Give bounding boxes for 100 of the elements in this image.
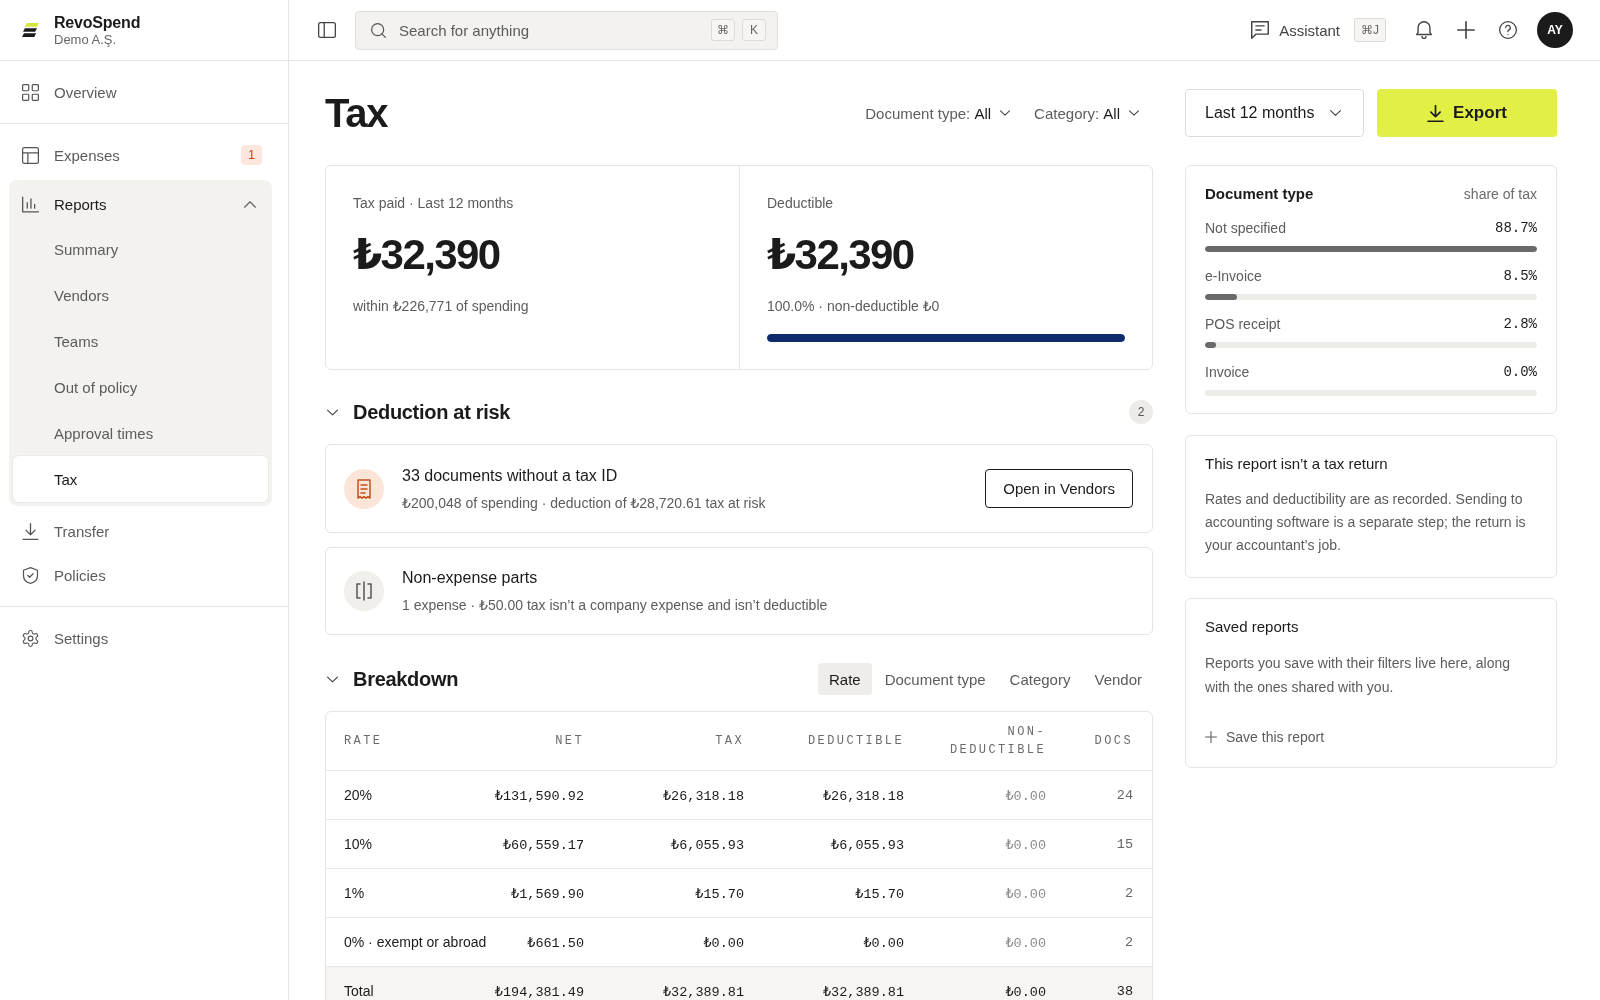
share-value: 2.8% xyxy=(1503,316,1537,332)
stat-value: ₺32,390 xyxy=(767,232,915,278)
column-header: RATE xyxy=(326,712,492,771)
nav-item[interactable]: Transfer xyxy=(9,509,272,553)
share-value: 0.0% xyxy=(1503,364,1537,380)
avatar[interactable]: AY xyxy=(1537,12,1573,48)
chevron-down-icon[interactable] xyxy=(327,675,338,683)
count-badge: 2 xyxy=(1129,400,1153,424)
plus-icon xyxy=(1205,731,1217,743)
share-label: POS receipt xyxy=(1205,316,1281,332)
nav-subitem[interactable]: Summary xyxy=(13,226,268,272)
nav-subitem[interactable]: Out of policy xyxy=(13,364,268,410)
card-title: Saved reports xyxy=(1205,617,1300,637)
assistant-button[interactable]: Assistant ⌘J xyxy=(1247,14,1390,46)
shield-check-icon xyxy=(22,566,39,584)
table-cell: ₺15.70 xyxy=(744,868,904,918)
table-cell: ₺26,318.18 xyxy=(744,770,904,820)
plus-icon xyxy=(1457,21,1475,39)
table-cell: ₺60,559.17 xyxy=(492,819,584,869)
column-header: NON-DEDUCTIBLE xyxy=(904,712,1046,771)
nav-item[interactable]: Reports xyxy=(13,182,268,226)
nav-item[interactable]: Policies xyxy=(9,553,272,597)
share-label: e-Invoice xyxy=(1205,268,1262,284)
workspace-name: Demo A.Ş. xyxy=(54,31,118,48)
column-header: NET xyxy=(492,712,584,771)
column-header: DOCS xyxy=(1046,712,1152,771)
issue-detail: ₺200,048 of spending · deduction of ₺28,720.61 tax at risk xyxy=(402,493,767,512)
receipt-icon xyxy=(344,468,384,509)
card-body: Rates and deductibility are as recorded. Sending to accounting software is a separate step; the return is your accountant’s job. xyxy=(1205,490,1527,555)
table-icon xyxy=(22,146,39,164)
table-cell: ₺0.00 xyxy=(904,868,1046,918)
chevron-down-icon[interactable] xyxy=(327,408,338,416)
table-cell: ₺15.70 xyxy=(584,868,744,918)
table-cell: ₺32,389.81 xyxy=(584,966,744,1000)
table-cell: ₺194,381.49 xyxy=(492,966,584,1000)
card-title: Document type xyxy=(1205,184,1314,204)
tab[interactable]: Rate xyxy=(818,663,872,695)
nav-item[interactable]: Settings xyxy=(9,616,272,660)
table-cell: ₺131,590.92 xyxy=(492,770,584,820)
message-icon xyxy=(1251,21,1270,39)
table-cell: 38 xyxy=(1046,966,1152,1000)
search-icon xyxy=(371,22,386,38)
table-cell: 2 xyxy=(1046,868,1152,918)
grid-icon xyxy=(22,83,39,101)
tab[interactable]: Document type xyxy=(873,663,997,695)
issue-detail: 1 expense · ₺50.00 tax isn’t a company expense and isn’t deductible xyxy=(402,596,829,614)
chevron-down-icon xyxy=(1129,110,1139,116)
period-dropdown[interactable]: Last 12 months xyxy=(1185,89,1364,137)
issue-title: 33 documents without a tax ID xyxy=(402,465,619,486)
shortcut-key: ⌘ xyxy=(711,18,735,41)
nav-item[interactable]: Overview xyxy=(9,70,272,114)
share-label: Invoice xyxy=(1205,364,1250,380)
save-report-button[interactable]: Save this report xyxy=(1205,727,1325,747)
table-cell: 10% xyxy=(326,819,492,869)
bar-chart-icon xyxy=(22,195,39,213)
nav-subitem[interactable]: Vendors xyxy=(13,272,268,318)
card-body: Reports you save with their filters live here, along with the ones shared with you. xyxy=(1205,654,1512,697)
column-header: TAX xyxy=(584,712,744,771)
split-icon xyxy=(344,571,384,611)
column-header: DEDUCTIBLE xyxy=(744,712,904,771)
table-cell: Total xyxy=(326,966,492,1000)
filter-dropdown[interactable]: Document type: All xyxy=(865,104,1011,122)
export-button[interactable]: Export xyxy=(1377,89,1557,137)
stat-note: within ₺226,771 of spending xyxy=(353,297,530,315)
sidebar-toggle-icon xyxy=(318,21,336,39)
share-value: 88.7% xyxy=(1495,220,1537,236)
stat-value: ₺32,390 xyxy=(353,232,501,278)
table-cell: 15 xyxy=(1046,819,1152,869)
chevron-down-icon xyxy=(1000,110,1011,116)
table-cell: 1% xyxy=(326,868,492,918)
stat-label: Deductible xyxy=(767,194,835,212)
table-cell: ₺1,569.90 xyxy=(492,868,584,918)
settings-icon xyxy=(22,629,39,647)
stat-label: Tax paid · Last 12 months xyxy=(353,194,515,212)
section-title: Breakdown xyxy=(353,667,460,691)
filter-dropdown[interactable]: Category: All xyxy=(1034,104,1139,122)
table-cell: 24 xyxy=(1046,770,1152,820)
card-caption: share of tax xyxy=(1463,186,1537,202)
card-title: This report isn’t a tax return xyxy=(1205,454,1389,474)
tab[interactable]: Vendor xyxy=(1083,663,1153,695)
tab[interactable]: Category xyxy=(998,663,1082,695)
stat-note: 100.0% · non-deductible ₺0 xyxy=(767,297,941,315)
chevron-down-icon xyxy=(1330,110,1341,116)
bell-icon xyxy=(1415,21,1433,39)
nav-subitem[interactable]: Approval times xyxy=(13,410,268,456)
nav-subitem[interactable]: Tax xyxy=(13,456,268,502)
table-cell: ₺0.00 xyxy=(904,770,1046,820)
help-icon xyxy=(1499,21,1517,39)
table-cell: ₺6,055.93 xyxy=(584,819,744,869)
nav-subitem[interactable]: Teams xyxy=(13,318,268,364)
logo-icon xyxy=(22,23,39,37)
chevron-up-icon[interactable] xyxy=(244,200,256,208)
open-vendors-button[interactable]: Open in Vendors xyxy=(985,469,1133,508)
table-cell: ₺0.00 xyxy=(904,819,1046,869)
nav-item[interactable]: Expenses 1 xyxy=(9,133,272,177)
brand-name: RevoSpend xyxy=(54,12,141,32)
issue-title: Non-expense parts xyxy=(402,568,539,588)
shortcut-key: K xyxy=(742,18,766,41)
table-cell: ₺0.00 xyxy=(904,966,1046,1000)
share-label: Not specified xyxy=(1205,220,1286,236)
